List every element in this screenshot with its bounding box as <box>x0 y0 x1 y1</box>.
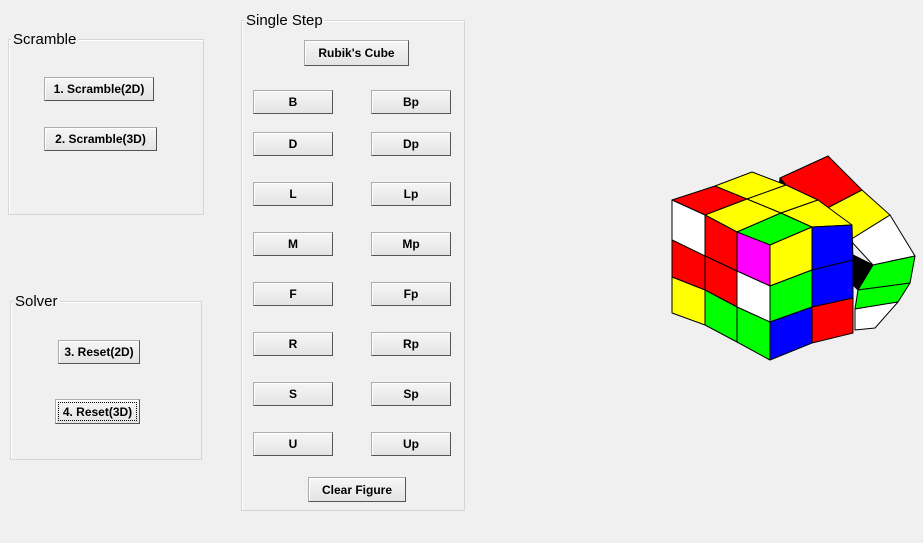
solver-panel <box>10 301 202 460</box>
move-f-button[interactable]: F <box>253 282 333 306</box>
scramble-panel-title: Scramble <box>11 31 79 48</box>
reset-3d-button[interactable]: 4. Reset(3D) <box>55 399 140 424</box>
rubiks-cube-figure <box>671 155 916 361</box>
move-l-button[interactable]: L <box>253 182 333 206</box>
rubiks-cube-button[interactable]: Rubik's Cube <box>304 40 409 66</box>
move-dp-button[interactable]: Dp <box>371 132 451 156</box>
move-m-button[interactable]: M <box>253 232 333 256</box>
clear-figure-button[interactable]: Clear Figure <box>308 477 406 502</box>
single-step-panel-title: Single Step <box>244 12 325 29</box>
move-bp-button[interactable]: Bp <box>371 90 451 114</box>
reset-2d-button[interactable]: 3. Reset(2D) <box>58 340 140 364</box>
move-u-button[interactable]: U <box>253 432 333 456</box>
scramble-2d-button[interactable]: 1. Scramble(2D) <box>44 77 154 101</box>
move-sp-button[interactable]: Sp <box>371 382 451 406</box>
move-r-button[interactable]: R <box>253 332 333 356</box>
move-up-button[interactable]: Up <box>371 432 451 456</box>
move-fp-button[interactable]: Fp <box>371 282 451 306</box>
move-s-button[interactable]: S <box>253 382 333 406</box>
scramble-3d-button[interactable]: 2. Scramble(3D) <box>44 127 157 151</box>
move-lp-button[interactable]: Lp <box>371 182 451 206</box>
move-rp-button[interactable]: Rp <box>371 332 451 356</box>
move-mp-button[interactable]: Mp <box>371 232 451 256</box>
move-d-button[interactable]: D <box>253 132 333 156</box>
solver-panel-title: Solver <box>13 293 60 310</box>
move-b-button[interactable]: B <box>253 90 333 114</box>
